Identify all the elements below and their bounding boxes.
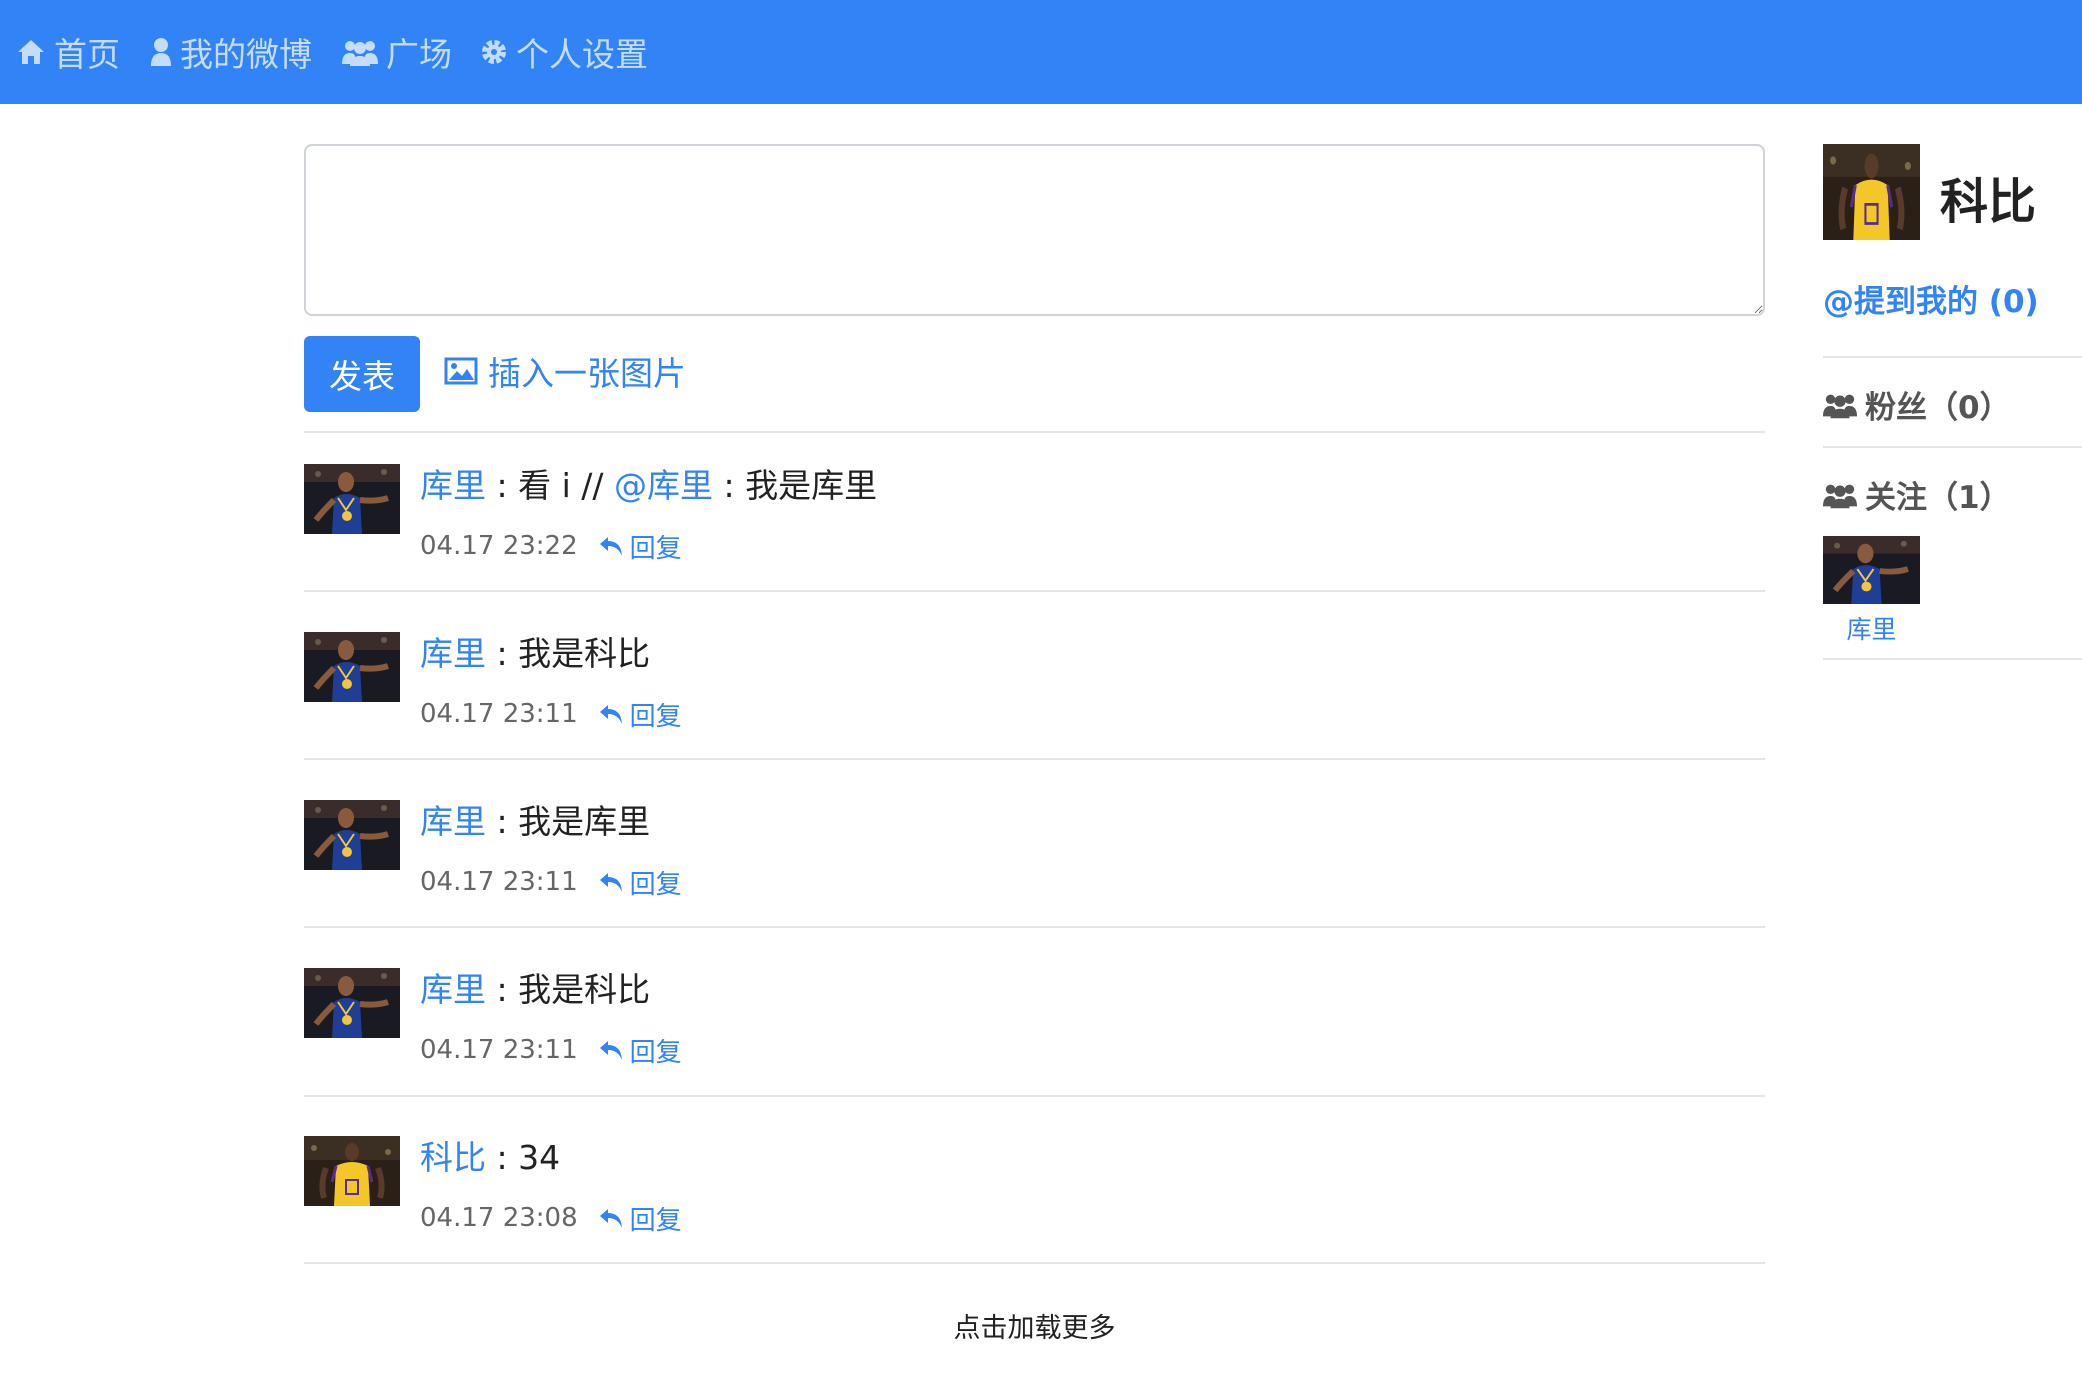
home-icon [16, 38, 46, 66]
separator: : [712, 466, 746, 505]
feed-content: 科比 : 34 [420, 1136, 560, 1180]
divider [1823, 356, 2082, 358]
nav-my-weibo[interactable]: 我的微博 [150, 0, 312, 104]
feed-meta: 04.17 23:22 回复 [420, 524, 682, 568]
feed-content: 库里 : 看 i // @库里 : 我是库里 [420, 464, 877, 508]
mentions-link[interactable]: @提到我的 (0) [1823, 276, 2039, 321]
post-text: 看 i // [518, 466, 614, 505]
author-link[interactable]: 库里 [420, 634, 486, 673]
feed-content: 库里 : 我是科比 [420, 968, 650, 1012]
nav-home[interactable]: 首页 [16, 0, 120, 104]
reply-button[interactable]: 回复 [598, 1200, 682, 1237]
reply-icon [598, 1207, 624, 1229]
fans-link[interactable]: 粉丝（0） [1823, 382, 2011, 427]
nav-square[interactable]: 广场 [342, 0, 452, 104]
post-button[interactable]: 发表 [304, 336, 420, 412]
reply-label: 回复 [629, 533, 682, 564]
profile-name: 科比 [1940, 174, 2037, 230]
users-icon [342, 38, 378, 66]
users-icon [1823, 391, 1857, 419]
top-navbar: 首页 我的微博 广场 个人设置 [0, 0, 2082, 104]
reply-button[interactable]: 回复 [598, 864, 682, 901]
divider [304, 590, 1765, 592]
divider [304, 758, 1765, 760]
load-more-button[interactable]: 点击加载更多 [304, 1306, 1765, 1345]
feed-content: 库里 : 我是科比 [420, 632, 650, 676]
reply-label: 回复 [629, 1037, 682, 1068]
feed-meta: 04.17 23:11 回复 [420, 1028, 682, 1072]
avatar[interactable] [304, 464, 400, 534]
avatar[interactable] [304, 968, 400, 1038]
reply-icon [598, 703, 624, 725]
author-link[interactable]: 科比 [420, 1138, 486, 1177]
nav-home-label: 首页 [54, 35, 120, 74]
following-label: 关注（1） [1865, 480, 2011, 516]
users-icon [1823, 481, 1857, 509]
separator: : [486, 466, 519, 505]
following-avatar[interactable] [1823, 536, 1920, 604]
image-icon [444, 357, 478, 385]
divider [304, 926, 1765, 928]
author-link[interactable]: 库里 [420, 466, 486, 505]
post-text: 我是库里 [518, 802, 651, 841]
timestamp: 04.17 23:11 [420, 1035, 578, 1065]
reply-label: 回复 [629, 1205, 682, 1236]
divider [304, 1095, 1765, 1097]
gear-icon [480, 38, 508, 66]
timestamp: 04.17 23:11 [420, 699, 578, 729]
separator: : [486, 802, 519, 841]
reply-icon [598, 1039, 624, 1061]
avatar[interactable] [304, 632, 400, 702]
nav-square-label: 广场 [386, 35, 452, 74]
feed-item: 科比 : 34 04.17 23:08 回复 [304, 1136, 1765, 1304]
following-link[interactable]: 关注（1） [1823, 472, 2011, 517]
reply-button[interactable]: 回复 [598, 1032, 682, 1069]
user-icon [150, 37, 172, 67]
reply-icon [598, 871, 624, 893]
feed-item: 库里 : 看 i // @库里 : 我是库里 04.17 23:22 回复 [304, 464, 1765, 632]
reply-label: 回复 [629, 701, 682, 732]
fans-label: 粉丝（0） [1865, 390, 2011, 426]
feed-content: 库里 : 我是库里 [420, 800, 650, 844]
nav-settings[interactable]: 个人设置 [480, 0, 648, 104]
reply-button[interactable]: 回复 [598, 696, 682, 733]
profile-avatar[interactable] [1823, 144, 1920, 240]
divider [304, 1262, 1765, 1264]
feed-item: 库里 : 我是库里 04.17 23:11 回复 [304, 800, 1765, 968]
timestamp: 04.17 23:11 [420, 867, 578, 897]
mention-link[interactable]: @库里 [614, 466, 713, 505]
feed-meta: 04.17 23:08 回复 [420, 1196, 682, 1240]
insert-image-label: 插入一张图片 [488, 354, 686, 393]
timestamp: 04.17 23:08 [420, 1203, 578, 1233]
feed-item: 库里 : 我是科比 04.17 23:11 回复 [304, 632, 1765, 800]
separator: : [486, 634, 519, 673]
author-link[interactable]: 库里 [420, 802, 486, 841]
reply-label: 回复 [629, 869, 682, 900]
post-text: 我是科比 [518, 970, 651, 1009]
nav-my-weibo-label: 我的微博 [180, 35, 312, 74]
post-text: 34 [518, 1138, 561, 1177]
avatar[interactable] [304, 1136, 400, 1206]
divider [304, 431, 1765, 433]
insert-image-link[interactable]: 插入一张图片 [444, 336, 686, 406]
feed-meta: 04.17 23:11 回复 [420, 860, 682, 904]
separator: : [486, 970, 519, 1009]
feed-item: 库里 : 我是科比 04.17 23:11 回复 [304, 968, 1765, 1136]
author-link[interactable]: 库里 [420, 970, 486, 1009]
following-name[interactable]: 库里 [1823, 610, 1920, 646]
post-text: 我是科比 [518, 634, 651, 673]
feed-meta: 04.17 23:11 回复 [420, 692, 682, 736]
divider [1823, 658, 2082, 660]
divider [1823, 446, 2082, 448]
separator: : [486, 1138, 519, 1177]
avatar[interactable] [304, 800, 400, 870]
reply-icon [598, 535, 624, 557]
quoted-text: 我是库里 [745, 466, 878, 505]
post-textarea[interactable] [304, 144, 1765, 316]
nav-settings-label: 个人设置 [516, 35, 648, 74]
reply-button[interactable]: 回复 [598, 528, 682, 565]
timestamp: 04.17 23:22 [420, 531, 578, 561]
